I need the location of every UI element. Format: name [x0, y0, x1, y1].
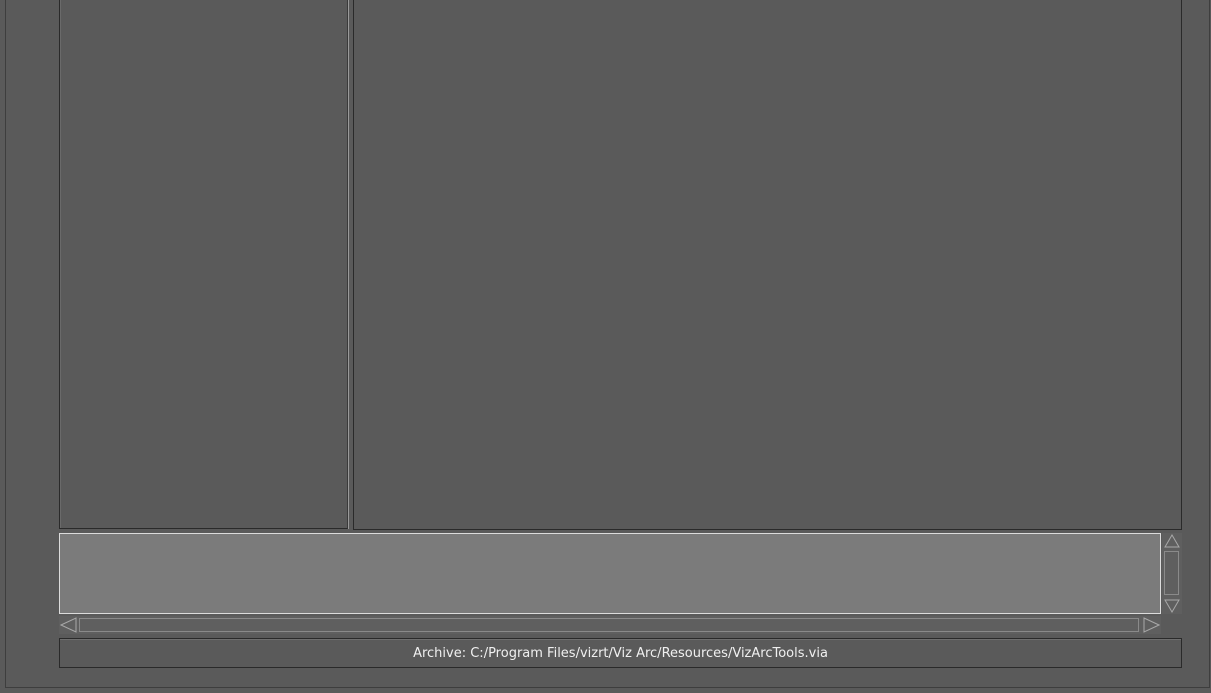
panel-splitter[interactable] — [348, 0, 352, 529]
output-text-area[interactable] — [59, 533, 1161, 614]
archive-path-label: Archive: C:/Program Files/vizrt/Viz Arc/… — [413, 645, 828, 661]
vertical-scroll-thumb[interactable] — [1164, 551, 1179, 595]
horizontal-scroll-thumb[interactable] — [79, 618, 1139, 632]
right-panel[interactable] — [353, 0, 1182, 530]
horizontal-scrollbar[interactable] — [59, 616, 1161, 634]
archive-status-bar: Archive: C:/Program Files/vizrt/Viz Arc/… — [59, 638, 1182, 668]
scroll-right-icon[interactable] — [1142, 617, 1160, 633]
scroll-up-icon[interactable] — [1164, 534, 1180, 548]
app-window: Archive: C:/Program Files/vizrt/Viz Arc/… — [0, 0, 1211, 693]
left-panel[interactable] — [59, 0, 348, 529]
scroll-down-icon[interactable] — [1164, 599, 1180, 613]
scroll-left-icon[interactable] — [60, 617, 78, 633]
vertical-scrollbar[interactable] — [1162, 533, 1182, 614]
